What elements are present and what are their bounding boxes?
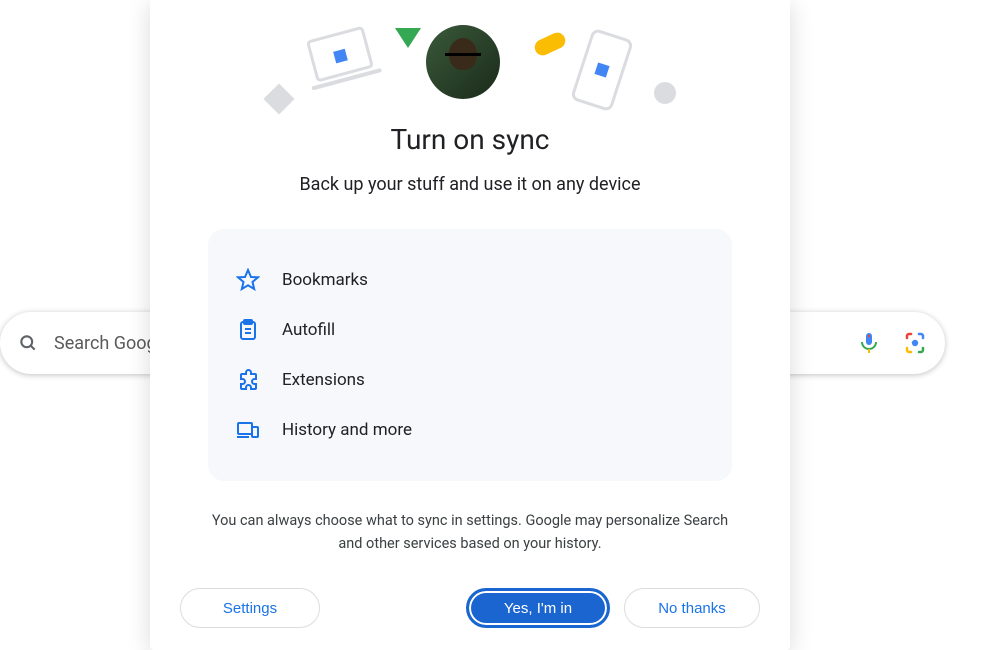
feature-label: Bookmarks	[282, 270, 368, 290]
settings-button[interactable]: Settings	[180, 588, 320, 628]
clipboard-icon	[236, 318, 260, 342]
feature-label: Extensions	[282, 370, 365, 390]
mic-icon[interactable]	[857, 331, 881, 355]
feature-label: History and more	[282, 420, 412, 440]
feature-bookmarks: Bookmarks	[236, 255, 704, 305]
star-icon	[236, 268, 260, 292]
feature-extensions: Extensions	[236, 355, 704, 405]
search-icon	[18, 333, 38, 353]
circle-decoration	[654, 82, 676, 104]
modal-title: Turn on sync	[150, 123, 790, 156]
pill-decoration	[532, 30, 568, 58]
fine-print: You can always choose what to sync in se…	[208, 509, 732, 555]
modal-subtitle: Back up your stuff and use it on any dev…	[150, 174, 790, 195]
feature-history: History and more	[236, 405, 704, 455]
sync-modal: Turn on sync Back up your stuff and use …	[150, 0, 790, 650]
phone-icon	[567, 25, 637, 116]
feature-label: Autofill	[282, 320, 335, 340]
laptop-icon	[299, 22, 383, 95]
features-list: Bookmarks Autofill Extensions History	[208, 229, 732, 481]
sync-illustration	[150, 0, 790, 115]
extension-icon	[236, 368, 260, 392]
diamond-decoration	[263, 83, 294, 114]
button-row: Settings Yes, I'm in No thanks	[150, 588, 790, 628]
lens-icon[interactable]	[903, 331, 927, 355]
yes-button[interactable]: Yes, I'm in	[466, 588, 610, 628]
avatar	[426, 25, 500, 99]
devices-icon	[236, 418, 260, 442]
search-actions	[857, 331, 927, 355]
no-thanks-button[interactable]: No thanks	[624, 588, 760, 628]
triangle-decoration	[395, 28, 421, 48]
feature-autofill: Autofill	[236, 305, 704, 355]
